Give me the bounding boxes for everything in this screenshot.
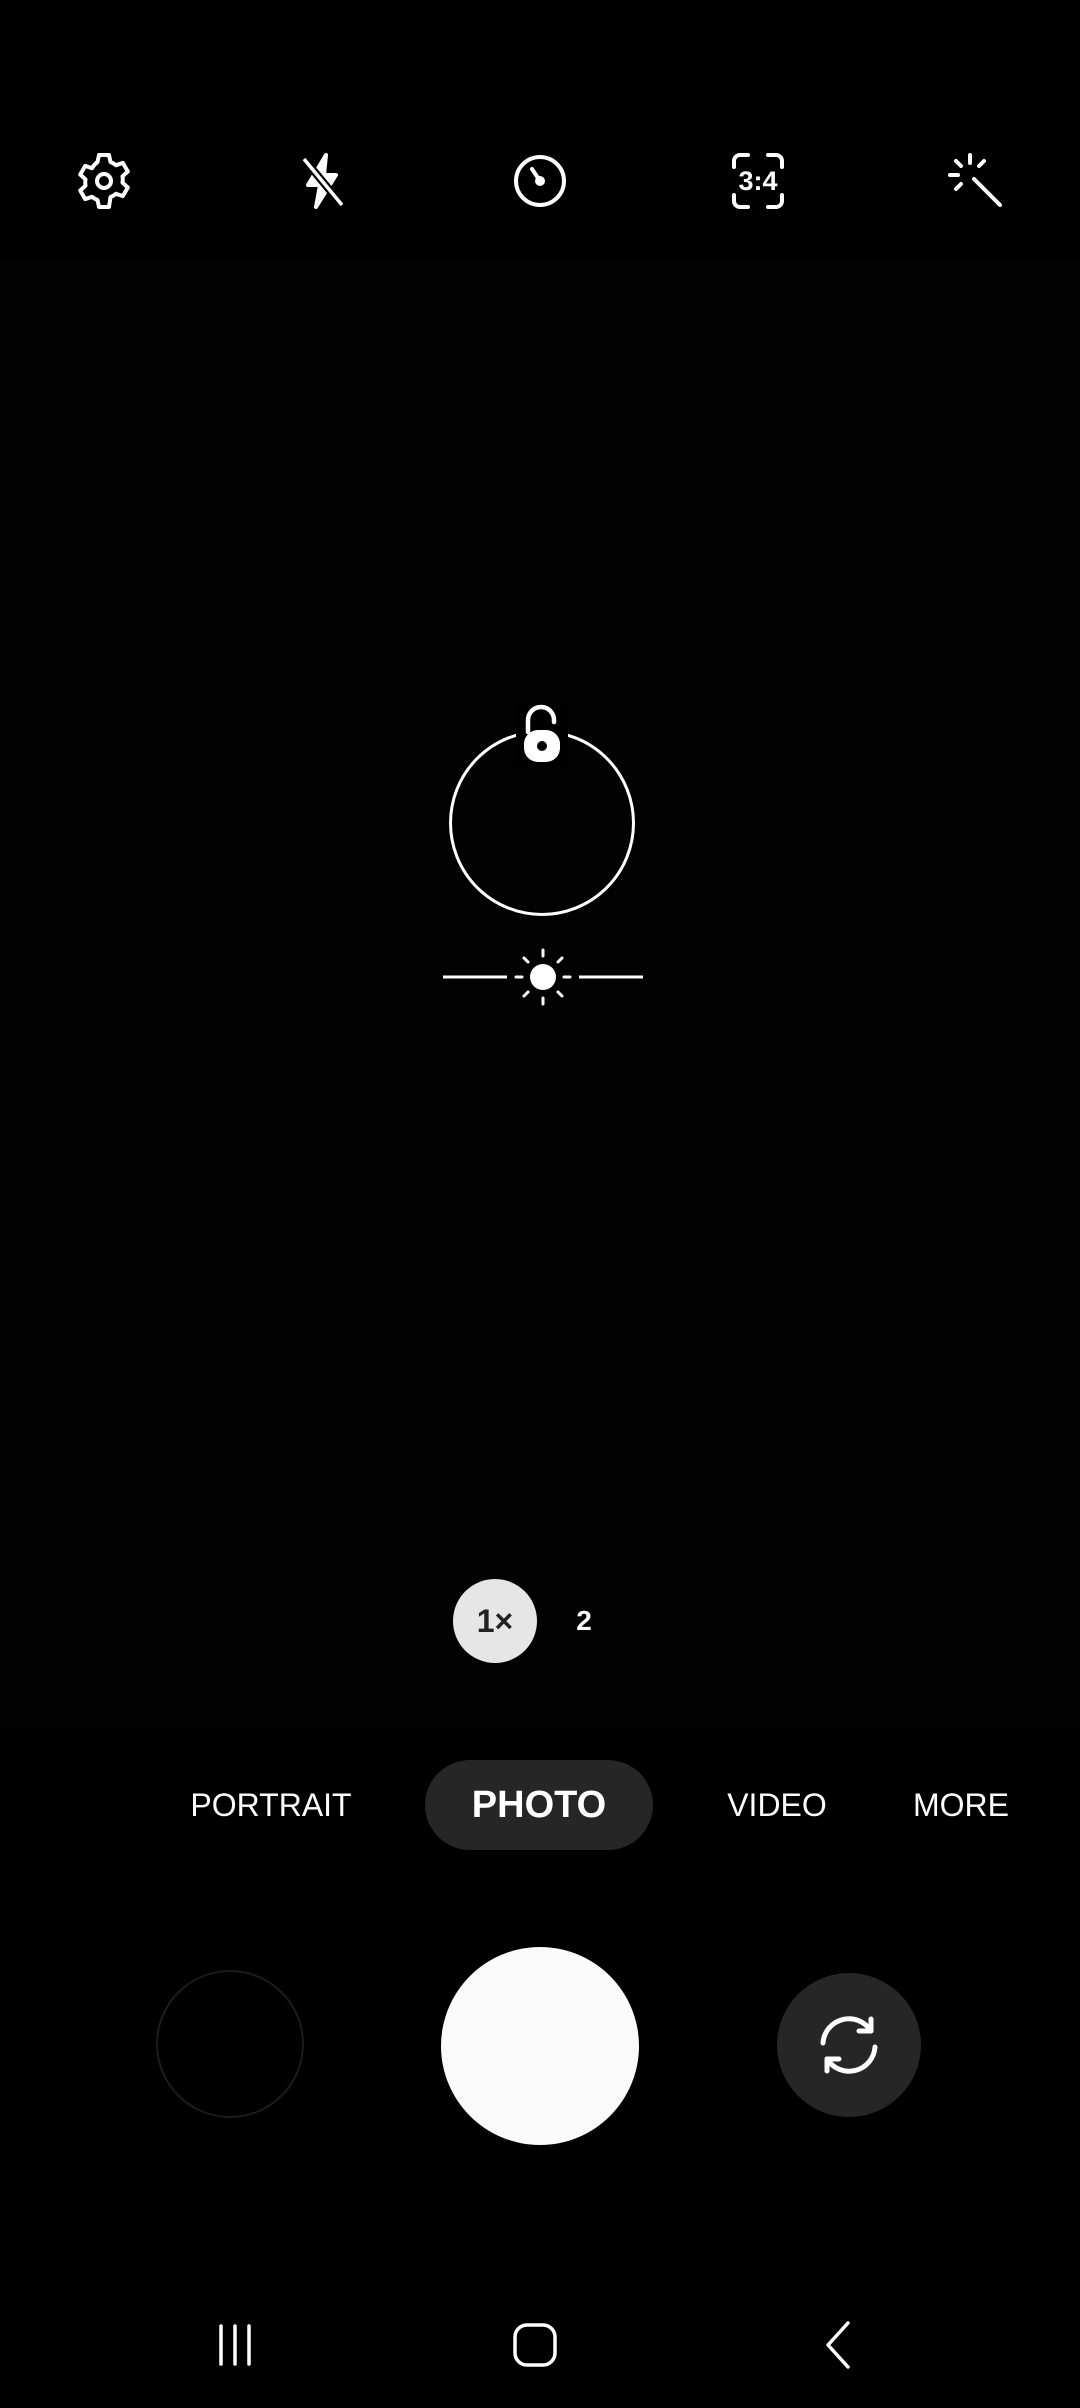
gear-icon[interactable] (65, 142, 143, 220)
gallery-thumbnail[interactable] (156, 1970, 304, 2118)
magic-wand-icon[interactable] (937, 142, 1015, 220)
mode-portrait[interactable]: PORTRAIT (168, 1760, 374, 1850)
exposure-slider[interactable] (443, 944, 643, 1010)
back-icon[interactable] (795, 2310, 885, 2380)
zoom-2x-button[interactable]: 2 (560, 1598, 608, 1644)
recent-apps-icon[interactable] (190, 2310, 280, 2380)
switch-camera-icon (820, 2016, 878, 2074)
unlocked-padlock-icon[interactable] (516, 702, 568, 766)
sun-icon (514, 948, 572, 1006)
home-icon[interactable] (490, 2310, 580, 2380)
mode-video[interactable]: VIDEO (700, 1760, 854, 1850)
mode-more[interactable]: MORE (880, 1760, 1042, 1850)
switch-camera-button[interactable] (777, 1973, 921, 2117)
timer-icon[interactable] (501, 142, 579, 220)
zoom-1x-button[interactable]: 1× (453, 1579, 537, 1663)
aspect-ratio-label: 3:4 (738, 165, 778, 196)
aspect-ratio-button[interactable]: 3:4 (719, 142, 797, 220)
flash-off-icon[interactable] (283, 142, 361, 220)
mode-photo[interactable]: PHOTO (425, 1760, 653, 1850)
shutter-button[interactable] (441, 1947, 639, 2145)
